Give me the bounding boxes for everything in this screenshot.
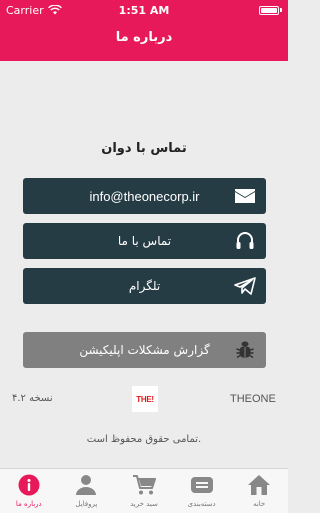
category-icon [190,473,214,497]
tab-home[interactable]: خانه [230,469,288,513]
email-button[interactable]: info@theonecorp.ir [23,178,266,214]
app-version: نسخه ۴.۲ [12,393,53,404]
headset-icon [233,229,257,253]
tab-categories-label: دسته‌بندی [187,500,216,508]
app-header: Carrier 1:51 AM درباره ما [0,0,288,61]
telegram-label: تلگرام [128,279,161,293]
battery-icon [259,5,282,15]
info-icon [17,473,41,497]
cart-icon [132,473,156,497]
contact-section-title: تماس با دوان [101,141,187,156]
wifi-icon [47,5,62,15]
contact-us-button[interactable]: تماس با ما [23,223,266,259]
copyright-text: تمامی حقوق محفوظ است. [86,434,202,445]
email-button-label: info@theonecorp.ir [89,188,200,204]
logo-text: THE! [136,394,154,404]
home-icon [247,473,271,497]
status-bar: Carrier 1:51 AM [0,0,288,20]
telegram-button[interactable]: تلگرام [23,268,266,304]
tab-profile[interactable]: پروفایل [58,469,116,513]
page-title: درباره ما [115,30,173,45]
telegram-icon [233,274,257,298]
tab-home-label: خانه [253,500,266,508]
tab-profile-label: پروفایل [75,500,98,508]
bug-icon [233,338,257,362]
tab-about-label: درباره ما [15,500,42,508]
report-issue-label: گزارش مشکلات اپلیکیشن [79,343,210,357]
brand-name: THEONE [230,393,276,405]
tab-cart-label: سبد خرید [130,500,158,508]
envelope-icon [233,184,257,208]
tab-about[interactable]: درباره ما [0,469,58,513]
carrier-label: Carrier [6,3,44,17]
contact-us-label: تماس با ما [117,234,172,248]
user-icon [74,473,98,497]
report-issue-button[interactable]: گزارش مشکلات اپلیکیشن [23,332,266,368]
brand-logo: THE! [132,386,158,412]
tab-cart[interactable]: سبد خرید [115,469,173,513]
bottom-tab-bar: درباره ما پروفایل سبد خرید [0,468,288,513]
tab-categories[interactable]: دسته‌بندی [173,469,231,513]
